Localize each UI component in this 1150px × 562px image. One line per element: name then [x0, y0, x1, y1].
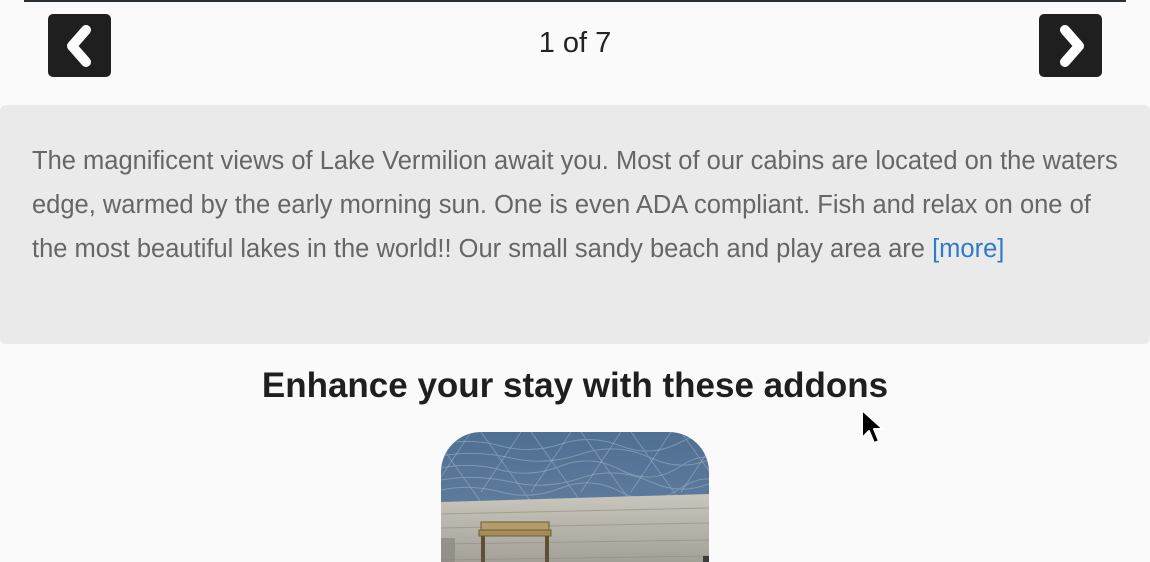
mouse-pointer-icon: [861, 409, 884, 444]
addons-heading: Enhance your stay with these addons: [261, 366, 889, 405]
addon-image[interactable]: [441, 432, 709, 562]
page: 1 of 7 The magnificent views of Lake Ver…: [0, 0, 1150, 562]
description-text: The magnificent views of Lake Vermilion …: [32, 139, 1118, 271]
chevron-right-icon: [1059, 24, 1084, 67]
photo-counter: 1 of 7: [538, 27, 612, 59]
next-photo-button[interactable]: [1039, 14, 1102, 77]
description-panel: The magnificent views of Lake Vermilion …: [0, 105, 1150, 344]
addon-photo: [441, 432, 709, 562]
gallery-image-bottom-edge: [24, 0, 1126, 2]
more-link[interactable]: [more]: [932, 235, 1004, 263]
